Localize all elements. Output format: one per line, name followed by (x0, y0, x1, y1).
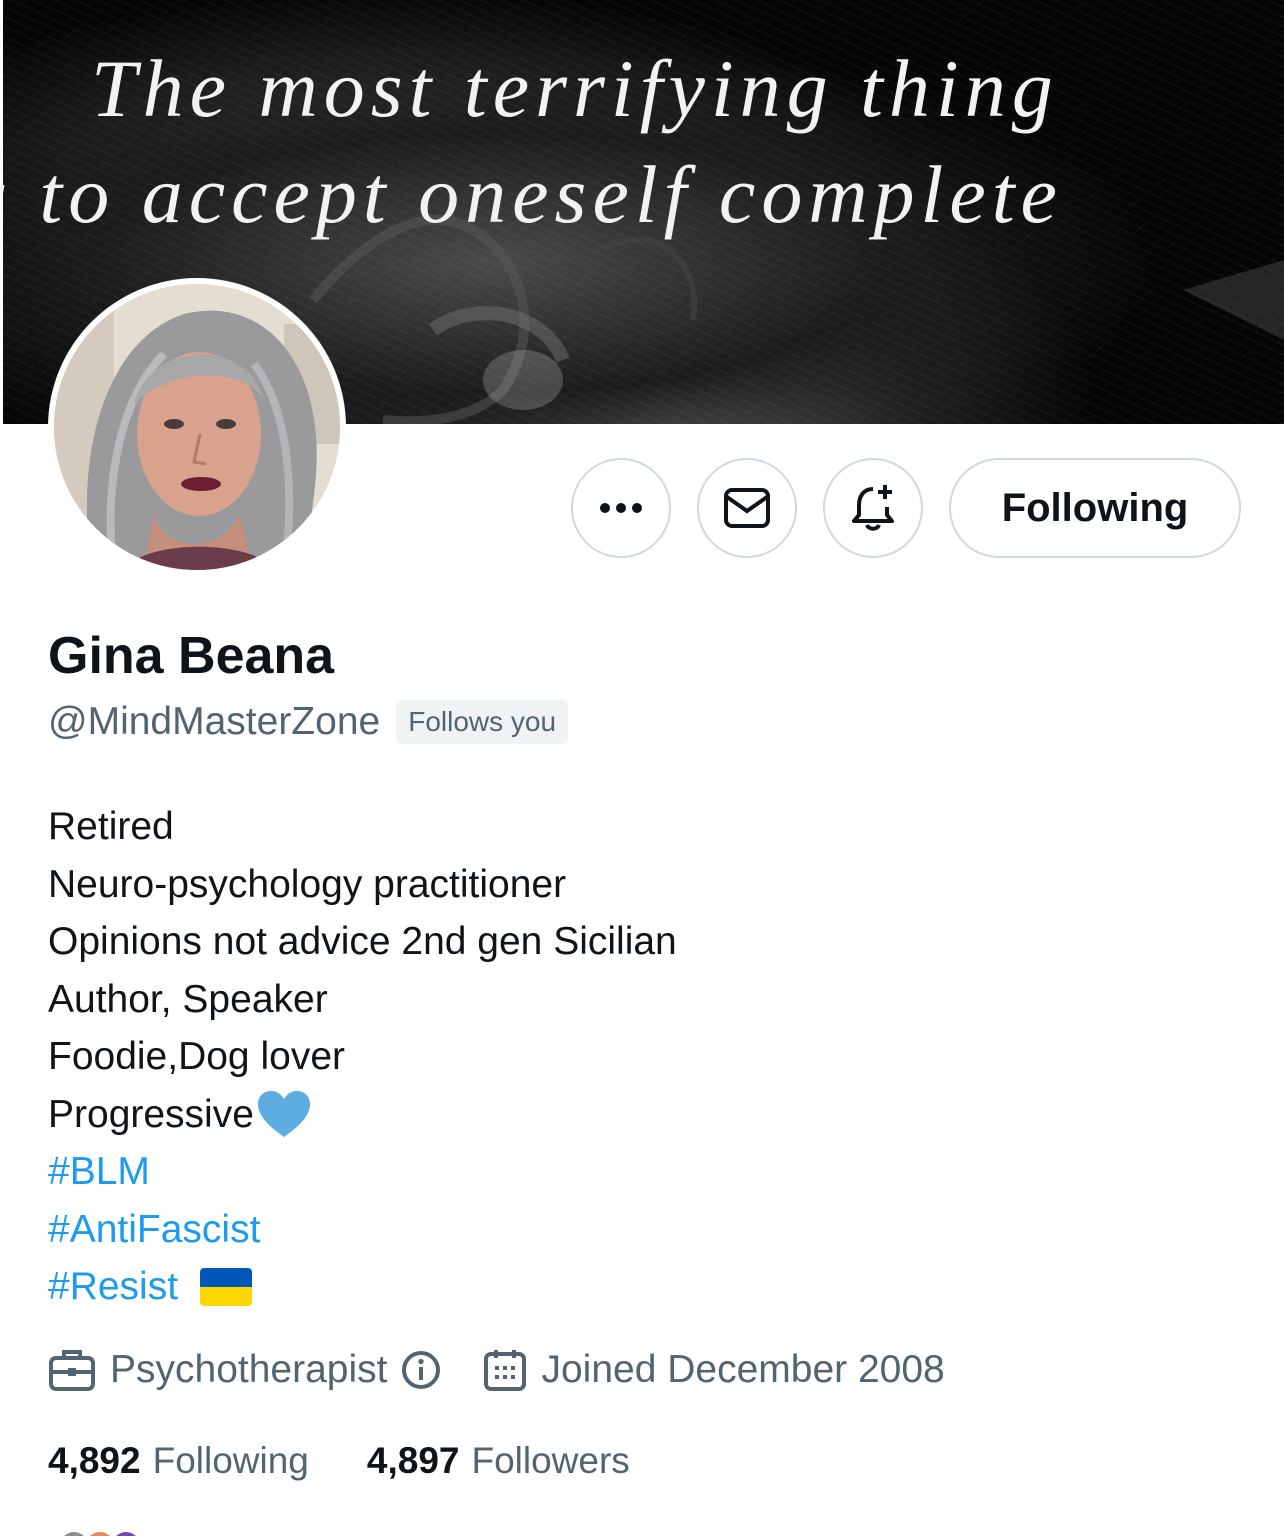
profession-item: Psychotherapist (48, 1348, 441, 1392)
user-handle: @MindMasterZone (48, 700, 381, 743)
calendar-icon (484, 1350, 527, 1391)
handle-row: @MindMasterZone Follows you (48, 700, 569, 744)
hashtag-link[interactable]: #AntiFascist (48, 1201, 260, 1259)
bell-plus-icon (852, 485, 894, 531)
bio-line-progressive: Progressive (48, 1086, 677, 1144)
bio-hashtag-line: #AntiFascist (48, 1201, 677, 1259)
more-dots-icon (600, 503, 642, 513)
following-count: 4,892 (48, 1440, 141, 1481)
info-icon[interactable] (401, 1350, 441, 1390)
followers-label: Followers (471, 1440, 630, 1481)
message-button[interactable] (697, 458, 797, 558)
bio-line: Author, Speaker (48, 977, 328, 1021)
profile-meta-row: Psychotherapist Joined December 2008 (48, 1348, 945, 1392)
profile-bio: Retired Neuro-psychology practitioner Op… (48, 798, 677, 1316)
bio-hashtag-line: #BLM (48, 1143, 677, 1201)
profile-page: The most terrifying thing s to accept on… (0, 0, 1284, 1536)
following-button[interactable]: Following (949, 458, 1241, 558)
followers-stat-link[interactable]: 4,897 Followers (367, 1440, 630, 1482)
mutual-followers-avatars[interactable] (60, 1528, 150, 1536)
briefcase-icon (49, 1350, 95, 1391)
profession-label: Psychotherapist (110, 1348, 388, 1391)
follows-you-badge: Follows you (396, 700, 569, 744)
notifications-button[interactable] (823, 458, 923, 558)
bio-hashtag-line: #Resist (48, 1258, 677, 1316)
bio-line: Retired (48, 805, 174, 848)
banner-quote-line2: s to accept oneself complete (3, 149, 1063, 240)
followers-count: 4,897 (366, 1440, 460, 1481)
ukraine-flag-icon (200, 1267, 253, 1306)
more-options-button[interactable] (571, 458, 671, 558)
joined-item: Joined December 2008 (483, 1348, 945, 1392)
envelope-icon (724, 488, 770, 528)
follow-stats: 4,892 Following 4,897 Followers (48, 1440, 630, 1482)
joined-date: Joined December 2008 (541, 1348, 945, 1391)
bio-line-text: Progressive (48, 1092, 254, 1136)
following-label: Following (152, 1440, 309, 1481)
bio-line: Foodie,Dog lover (48, 1035, 345, 1078)
hashtag-link[interactable]: #BLM (48, 1143, 150, 1201)
bio-line: Neuro-psychology practitioner (48, 862, 567, 906)
bio-line: Opinions not advice 2nd gen Sicilian (48, 920, 677, 963)
banner-quote-line1: The most terrifying thing (91, 43, 1059, 134)
blue-heart-icon (257, 1091, 310, 1138)
profile-avatar[interactable] (48, 278, 346, 576)
display-name: Gina Beana (48, 627, 335, 685)
following-stat-link[interactable]: 4,892 Following (48, 1440, 309, 1482)
hashtag-link[interactable]: #Resist (48, 1258, 178, 1316)
avatar-photo (54, 284, 340, 570)
